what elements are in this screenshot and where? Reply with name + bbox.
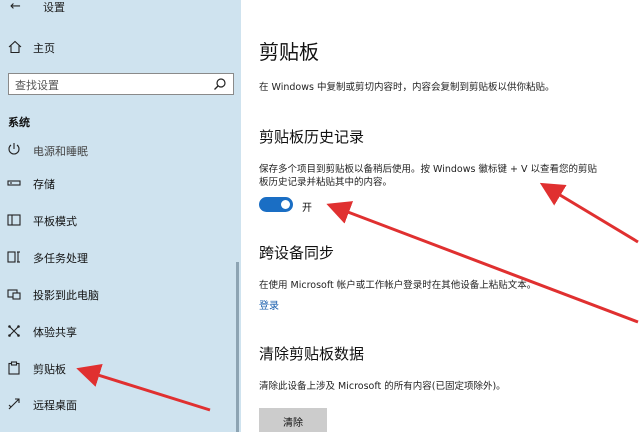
sidebar-item-clipboard[interactable]: 剪贴板	[0, 353, 236, 383]
sidebar-home[interactable]: 主页	[0, 37, 241, 59]
home-icon	[8, 40, 22, 54]
page-title: 剪贴板	[259, 40, 319, 64]
power-icon	[8, 143, 20, 155]
sidebar-item-tablet[interactable]: 平板模式	[0, 205, 236, 235]
section-label: 系统	[8, 116, 30, 129]
sidebar-item-power[interactable]: 电源和睡眠	[0, 140, 236, 170]
sidebar-item-project[interactable]: 投影到此电脑	[0, 279, 236, 309]
sidebar-item-label: 多任务处理	[33, 252, 88, 265]
sign-in-link[interactable]: 登录	[259, 297, 279, 312]
sidebar-item-label: 远程桌面	[33, 399, 77, 412]
storage-icon	[7, 180, 21, 186]
clipboard-icon	[8, 361, 20, 375]
sidebar: ← 设置 主页 系统 电源和睡眠 存储 平板模式 多任务处理 投影到此电脑 体验…	[0, 0, 241, 432]
sync-description: 在使用 Microsoft 帐户或工作帐户登录时在其他设备上粘贴文本。	[259, 280, 537, 291]
sync-heading: 跨设备同步	[259, 244, 335, 262]
search-icon[interactable]	[213, 77, 227, 91]
remote-desktop-icon	[8, 398, 20, 410]
sidebar-item-label: 存储	[33, 178, 55, 191]
sidebar-item-label: 体验共享	[33, 326, 77, 339]
title-bar: ← 设置	[0, 0, 241, 14]
tablet-icon	[7, 214, 21, 226]
main-content: 剪贴板 在 Windows 中复制或剪切内容时，内容会复制到剪贴板以供你粘贴。 …	[241, 0, 643, 432]
multitask-icon	[7, 251, 20, 263]
back-arrow-icon[interactable]: ←	[10, 0, 21, 14]
project-icon	[7, 289, 21, 300]
sidebar-item-storage[interactable]: 存储	[0, 168, 236, 198]
history-heading: 剪贴板历史记录	[259, 128, 365, 146]
intro-text: 在 Windows 中复制或剪切内容时，内容会复制到剪贴板以供你粘贴。	[259, 82, 555, 93]
search-input[interactable]	[9, 75, 199, 96]
share-icon	[8, 325, 20, 337]
history-toggle[interactable]	[259, 197, 293, 212]
sidebar-scrollbar[interactable]	[236, 262, 239, 432]
app-title: 设置	[43, 1, 65, 14]
toggle-knob	[281, 200, 290, 209]
toggle-state-label: 开	[302, 203, 312, 214]
sidebar-item-share[interactable]: 体验共享	[0, 316, 236, 346]
history-description: 保存多个项目到剪贴板以备稍后使用。按 Windows 徽标键 + V 以查看您的…	[259, 164, 597, 188]
clear-description: 清除此设备上涉及 Microsoft 的所有内容(已固定项除外)。	[259, 381, 506, 392]
sidebar-item-label: 平板模式	[33, 215, 77, 228]
home-label: 主页	[33, 42, 55, 55]
clear-button[interactable]: 清除	[259, 408, 327, 432]
sidebar-item-label: 电源和睡眠	[33, 145, 88, 158]
sidebar-item-label: 剪贴板	[33, 363, 66, 376]
clear-heading: 清除剪贴板数据	[259, 345, 365, 363]
sidebar-item-multitask[interactable]: 多任务处理	[0, 242, 236, 272]
search-box[interactable]	[8, 73, 234, 96]
sidebar-item-remote-desktop[interactable]: 远程桌面	[0, 389, 236, 419]
sidebar-item-label: 投影到此电脑	[33, 289, 99, 302]
